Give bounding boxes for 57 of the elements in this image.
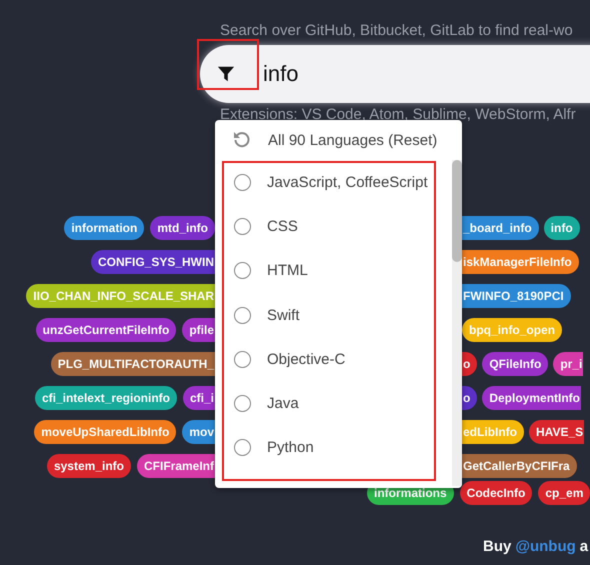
tag[interactable]: pr_i [553, 352, 584, 376]
language-option[interactable]: CSS [215, 204, 448, 249]
search-hint: Search over GitHub, Bitbucket, GitLab to find real-wo [220, 22, 574, 41]
tag[interactable]: PLG_MULTIFACTORAUTH_ [50, 352, 215, 376]
footer-text: Buy [483, 538, 512, 555]
tag[interactable]: mov [182, 420, 215, 444]
radio-button[interactable] [234, 174, 251, 191]
tag[interactable]: mtd_info [150, 216, 215, 240]
tag[interactable]: cp_em [538, 481, 590, 505]
author-link[interactable]: @unbug [515, 538, 576, 555]
search-field[interactable]: info [200, 45, 590, 103]
tag[interactable]: info [544, 216, 580, 240]
scrollbar[interactable] [452, 160, 462, 486]
tag[interactable]: FWINFO_8190PCI [462, 284, 571, 308]
language-label: JavaScript, CoffeeScript [267, 174, 428, 191]
tag[interactable]: HAVE_S [529, 420, 584, 444]
radio-button[interactable] [234, 439, 251, 456]
language-label: Objective-C [267, 350, 346, 368]
annotation-box [197, 39, 259, 90]
tag[interactable]: CONFIG_SYS_HWIN [90, 250, 215, 274]
radio-button[interactable] [234, 306, 251, 324]
language-label: CSS [267, 218, 298, 235]
tag[interactable]: system_info [46, 454, 131, 478]
footer-text: a [580, 538, 588, 555]
reset-icon [232, 130, 252, 150]
language-label: Java [267, 395, 299, 412]
tag[interactable]: information [64, 216, 144, 240]
reset-label: All 90 Languages (Reset) [268, 132, 438, 148]
tag[interactable]: cfi_intelext_regioninfo [34, 386, 177, 410]
tag[interactable]: CFIFrameInf [136, 454, 215, 478]
tag[interactable]: iskManagerFileInfo [462, 250, 579, 274]
language-label: HTML [267, 262, 308, 280]
language-option[interactable]: JavaScript, CoffeeScript [215, 160, 448, 204]
tag[interactable]: unzGetCurrentFileInfo [36, 318, 176, 342]
language-option[interactable]: Objective-C [215, 337, 448, 382]
radio-button[interactable] [234, 218, 251, 235]
language-label: Python [267, 439, 314, 456]
tag[interactable]: o [462, 386, 478, 410]
language-option[interactable]: Java [215, 381, 448, 426]
tag[interactable]: CodecInfo [460, 481, 532, 505]
tag[interactable]: pfile [182, 318, 215, 342]
language-label: Swift [267, 306, 300, 324]
radio-button[interactable] [234, 350, 251, 368]
tag[interactable]: QFileInfo [482, 352, 548, 376]
scrollbar-thumb[interactable] [452, 160, 462, 262]
radio-button[interactable] [234, 262, 251, 280]
language-option[interactable]: HTML [215, 248, 448, 293]
radio-button[interactable] [234, 395, 251, 412]
language-option[interactable]: Swift [215, 292, 448, 338]
language-option[interactable]: Python [215, 426, 448, 470]
filter-icon[interactable] [217, 65, 235, 83]
tag[interactable]: _board_info [462, 216, 539, 240]
tag[interactable]: moveUpSharedLibInfo [34, 420, 176, 444]
tag[interactable]: GetCallerByCFIFra [462, 454, 577, 478]
tag[interactable]: cfi_i [182, 386, 215, 410]
tag[interactable]: DeploymentInfo [482, 386, 582, 410]
tag[interactable]: o [462, 352, 478, 376]
